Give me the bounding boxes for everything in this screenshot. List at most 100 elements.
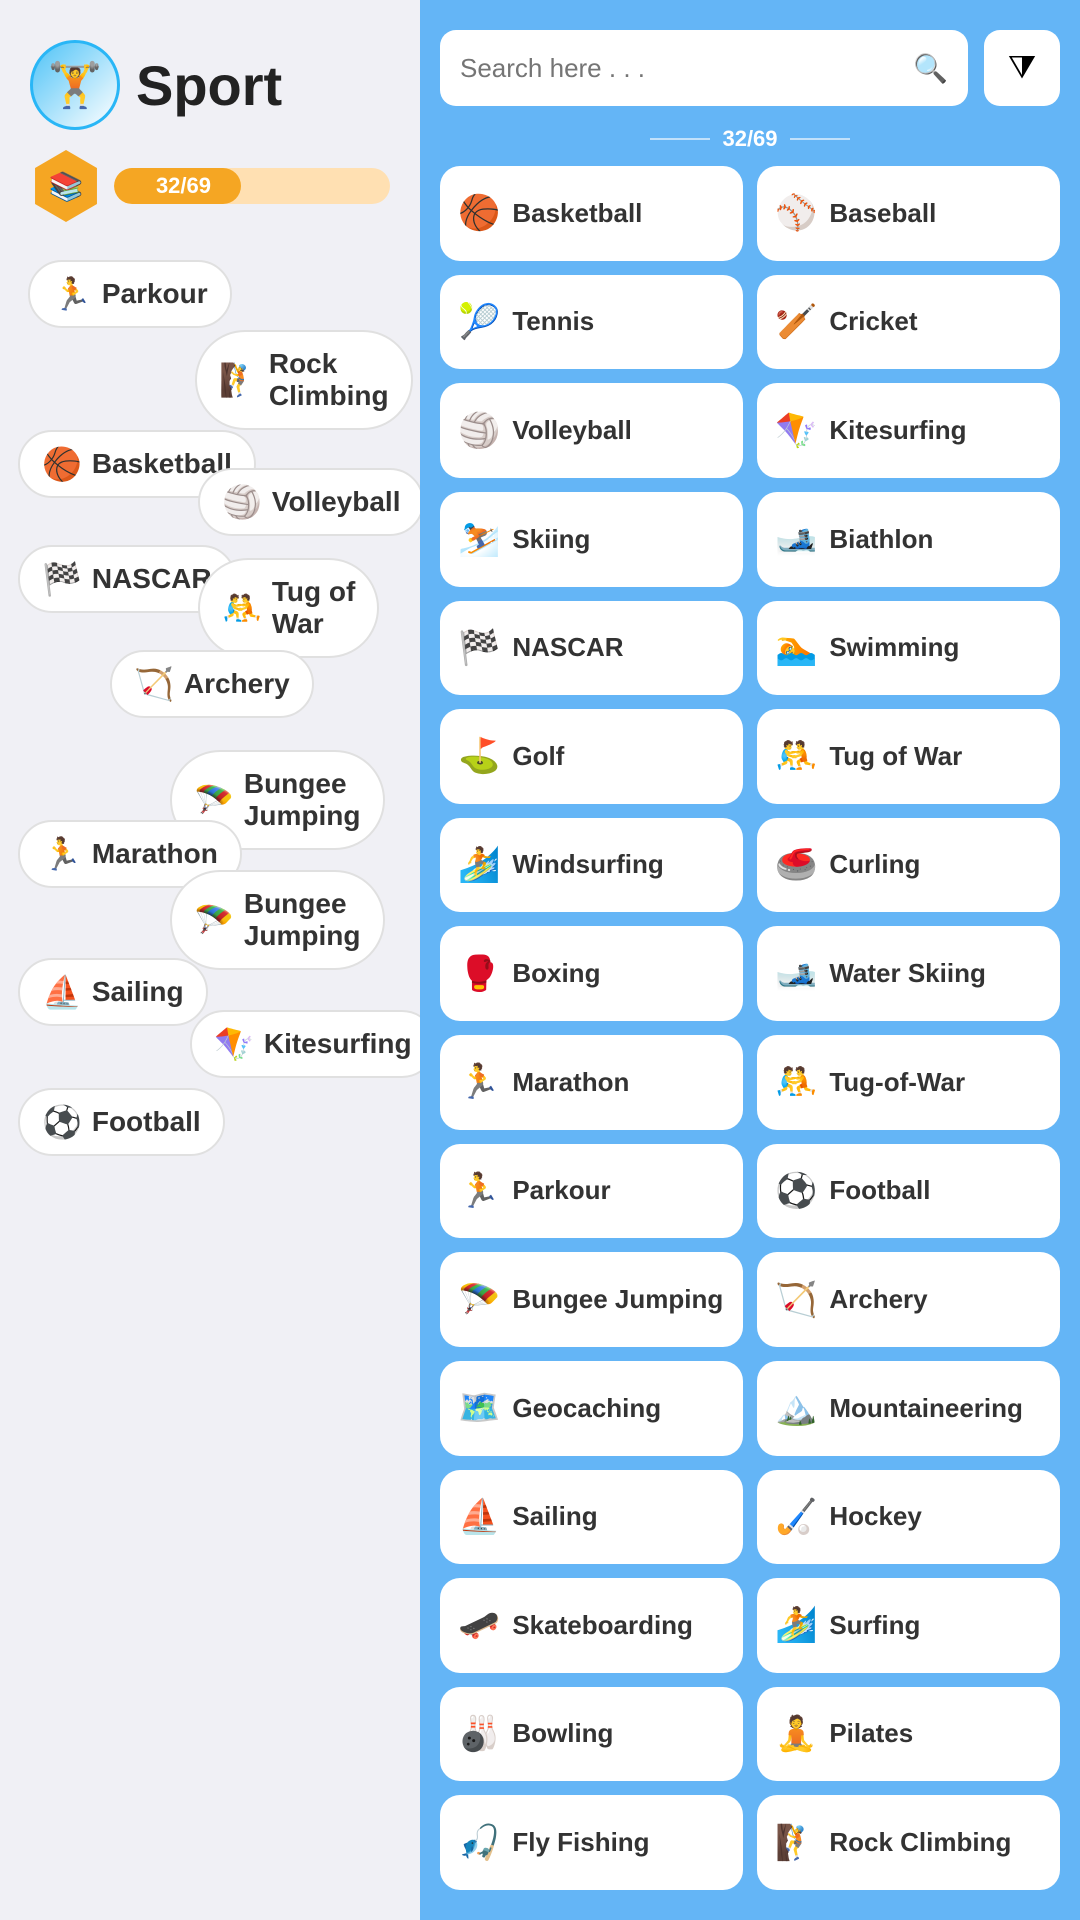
geocaching-emoji: 🗺️ [458, 1391, 500, 1425]
grid-progress-text: 32/69 [722, 126, 777, 152]
skiing-emoji: ⛷️ [458, 522, 500, 556]
tug-of-war-2-label: Tug-of-War [829, 1067, 965, 1098]
grid-item-skateboarding[interactable]: 🛹 Skateboarding [440, 1578, 743, 1673]
volleyball-emoji: 🏐 [222, 486, 262, 518]
sailing-emoji: ⛵ [458, 1500, 500, 1534]
rock-climbing-label: RockClimbing [269, 348, 389, 412]
left-tag-volleyball[interactable]: 🏐 Volleyball [198, 468, 420, 536]
fly-fishing-label: Fly Fishing [512, 1827, 649, 1858]
grid-item-volleyball[interactable]: 🏐 Volleyball [440, 383, 743, 478]
boxing-emoji: 🥊 [458, 957, 500, 991]
nascar-emoji: 🏁 [42, 563, 82, 595]
grid-item-biathlon[interactable]: 🎿 Biathlon [757, 492, 1060, 587]
golf-emoji: ⛳ [458, 739, 500, 773]
bowling-emoji: 🎳 [458, 1717, 500, 1751]
grid-item-bowling[interactable]: 🎳 Bowling [440, 1687, 743, 1782]
football-emoji: ⚽ [42, 1106, 82, 1138]
rock-climbing-emoji: 🧗 [219, 364, 259, 396]
curling-label: Curling [829, 849, 920, 880]
grid-item-swimming[interactable]: 🏊 Swimming [757, 601, 1060, 696]
filter-icon: ⧩ [1008, 49, 1037, 87]
grid-item-water-skiing[interactable]: 🎿 Water Skiing [757, 926, 1060, 1021]
grid-item-basketball[interactable]: 🏀 Basketball [440, 166, 743, 261]
grid-item-nascar[interactable]: 🏁 NASCAR [440, 601, 743, 696]
volleyball-label: Volleyball [512, 415, 631, 446]
grid-item-pilates[interactable]: 🧘 Pilates [757, 1687, 1060, 1782]
basketball-label: Basketball [512, 198, 642, 229]
bungee-jumping-emoji: 🪂 [458, 1283, 500, 1317]
progress-fill: 32/69 [114, 168, 241, 204]
left-tag-rock-climbing[interactable]: 🧗 RockClimbing [195, 330, 413, 430]
grid-item-tennis[interactable]: 🎾 Tennis [440, 275, 743, 370]
sailing-label: Sailing [92, 976, 184, 1008]
filter-button[interactable]: ⧩ [984, 30, 1060, 106]
basketball-emoji: 🏀 [42, 448, 82, 480]
grid-item-archery[interactable]: 🏹 Archery [757, 1252, 1060, 1347]
rock-climbing-emoji: 🧗 [775, 1826, 817, 1860]
grid-item-sailing[interactable]: ⛵ Sailing [440, 1470, 743, 1565]
grid-item-rock-climbing[interactable]: 🧗 Rock Climbing [757, 1795, 1060, 1890]
grid-item-tug-of-war-2[interactable]: 🤼 Tug-of-War [757, 1035, 1060, 1130]
grid-item-boxing[interactable]: 🥊 Boxing [440, 926, 743, 1021]
progress-track: 32/69 [114, 168, 390, 204]
windsurfing-emoji: 🏄 [458, 848, 500, 882]
progress-section: 📚 32/69 [30, 150, 390, 222]
search-input[interactable] [460, 53, 901, 84]
sports-grid: 🏀 Basketball ⚾ Baseball 🎾 Tennis 🏏 Crick… [440, 166, 1060, 1890]
basketball-emoji: 🏀 [458, 196, 500, 230]
grid-item-hockey[interactable]: 🏑 Hockey [757, 1470, 1060, 1565]
bungee1-label: BungeeJumping [244, 768, 361, 832]
rock-climbing-label: Rock Climbing [829, 1827, 1011, 1858]
grid-item-geocaching[interactable]: 🗺️ Geocaching [440, 1361, 743, 1456]
sailing-label: Sailing [512, 1501, 597, 1532]
grid-item-golf[interactable]: ⛳ Golf [440, 709, 743, 804]
hockey-label: Hockey [829, 1501, 922, 1532]
baseball-label: Baseball [829, 198, 936, 229]
grid-item-skiing[interactable]: ⛷️ Skiing [440, 492, 743, 587]
surfing-label: Surfing [829, 1610, 920, 1641]
cricket-label: Cricket [829, 306, 917, 337]
skateboarding-emoji: 🛹 [458, 1608, 500, 1642]
left-tag-bungee-2[interactable]: 🪂 BungeeJumping [170, 870, 385, 970]
football-label: Football [829, 1175, 930, 1206]
left-tag-sailing[interactable]: ⛵ Sailing [18, 958, 208, 1026]
app-title: Sport [136, 53, 282, 118]
left-tag-tug-of-war[interactable]: 🤼 Tug ofWar [198, 558, 379, 658]
hockey-emoji: 🏑 [775, 1500, 817, 1534]
swimming-emoji: 🏊 [775, 631, 817, 665]
left-tag-archery[interactable]: 🏹 Archery [110, 650, 314, 718]
parkour-label: Parkour [512, 1175, 610, 1206]
swimming-label: Swimming [829, 632, 959, 663]
grid-item-curling[interactable]: 🥌 Curling [757, 818, 1060, 913]
grid-item-fly-fishing[interactable]: 🎣 Fly Fishing [440, 1795, 743, 1890]
sailing-emoji: ⛵ [42, 976, 82, 1008]
grid-item-windsurfing[interactable]: 🏄 Windsurfing [440, 818, 743, 913]
grid-item-kitesurfing[interactable]: 🪁 Kitesurfing [757, 383, 1060, 478]
grid-item-cricket[interactable]: 🏏 Cricket [757, 275, 1060, 370]
archery-emoji: 🏹 [775, 1283, 817, 1317]
grid-item-mountaineering[interactable]: 🏔️ Mountaineering [757, 1361, 1060, 1456]
football-label: Football [92, 1106, 201, 1138]
left-tag-parkour[interactable]: 🏃 Parkour [28, 260, 232, 328]
bungee1-emoji: 🪂 [194, 784, 234, 816]
left-tag-football[interactable]: ⚽ Football [18, 1088, 225, 1156]
mountaineering-emoji: 🏔️ [775, 1391, 817, 1425]
tug-of-war-emoji: 🤼 [775, 739, 817, 773]
grid-item-surfing[interactable]: 🏄 Surfing [757, 1578, 1060, 1673]
search-box[interactable]: 🔍 [440, 30, 968, 106]
grid-item-parkour[interactable]: 🏃 Parkour [440, 1144, 743, 1239]
progress-text: 32/69 [144, 173, 211, 199]
grid-item-football[interactable]: ⚽ Football [757, 1144, 1060, 1239]
archery-label: Archery [829, 1284, 927, 1315]
curling-emoji: 🥌 [775, 848, 817, 882]
grid-item-baseball[interactable]: ⚾ Baseball [757, 166, 1060, 261]
grid-item-tug-of-war[interactable]: 🤼 Tug of War [757, 709, 1060, 804]
grid-item-bungee-jumping[interactable]: 🪂 Bungee Jumping [440, 1252, 743, 1347]
volleyball-emoji: 🏐 [458, 414, 500, 448]
left-tag-kitesurfing[interactable]: 🪁 Kitesurfing [190, 1010, 420, 1078]
bungee2-emoji: 🪂 [194, 904, 234, 936]
grid-item-marathon[interactable]: 🏃 Marathon [440, 1035, 743, 1130]
badge-icon: 📚 [30, 150, 102, 222]
marathon-emoji: 🏃 [42, 838, 82, 870]
cricket-emoji: 🏏 [775, 305, 817, 339]
